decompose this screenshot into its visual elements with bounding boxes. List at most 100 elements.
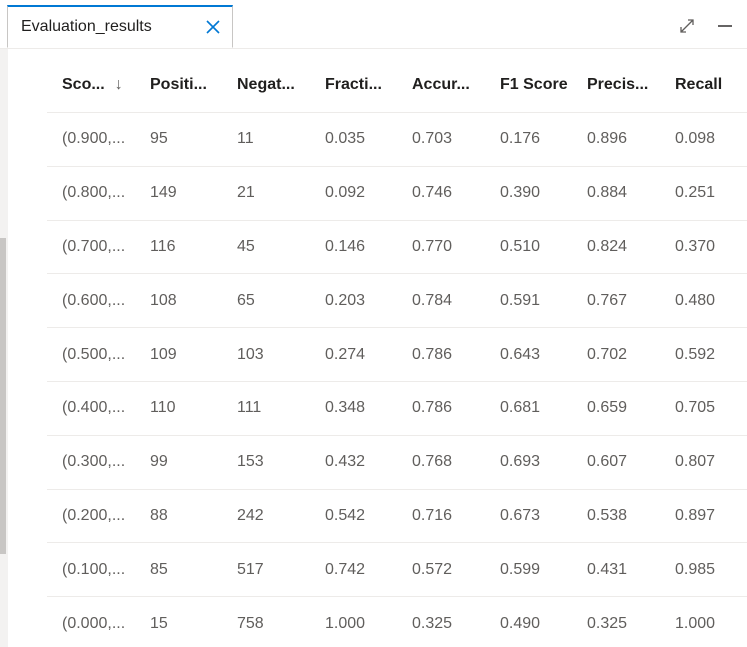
table-row[interactable]: (0.300,... 99 153 0.432 0.768 0.693 0.607 0.807 [47, 436, 747, 490]
table-cell: (0.500,... [62, 345, 126, 363]
table-row[interactable]: (0.200,... 88 242 0.542 0.716 0.673 0.538 0.897 [47, 490, 747, 544]
table-cell: 0.203 [325, 291, 366, 309]
table-row[interactable]: (0.500,... 109 103 0.274 0.786 0.643 0.702 0.59… [47, 328, 747, 382]
table-cell: 0.092 [325, 184, 366, 202]
table-cell: 0.786 [412, 345, 453, 363]
table-cell: 517 [237, 560, 264, 578]
tab-strip: Evaluation_results [0, 0, 747, 49]
table-cell: 0.370 [675, 237, 716, 255]
table-cell: 0.884 [587, 184, 628, 202]
table-cell: 0.035 [325, 130, 366, 148]
table-header-row: Sco... ↓ Positi... Negat... Fracti... Accur..… [47, 58, 747, 113]
column-header-label: Precis... [587, 76, 649, 93]
table-cell: 88 [150, 506, 168, 524]
table-cell: 0.538 [587, 506, 628, 524]
table-cell: 0.746 [412, 184, 453, 202]
table-cell: 0.251 [675, 184, 716, 202]
table-cell: 0.770 [412, 237, 453, 255]
column-header-label: F1 Score [500, 76, 568, 93]
table-cell: 1.000 [675, 614, 716, 632]
table-cell: (0.800,... [62, 184, 126, 202]
column-header[interactable]: F1 Score [485, 76, 572, 94]
table-cell: 1.000 [325, 614, 366, 632]
evaluation-results-panel: Evaluation_results Sco... ↓ Positi... Negat… [0, 0, 747, 647]
table-row[interactable]: (0.600,... 108 65 0.203 0.784 0.591 0.767 0.480 [47, 274, 747, 329]
table-cell: 110 [150, 399, 176, 417]
tab-title: Evaluation_results [21, 18, 152, 35]
table-row[interactable]: (0.900,... 95 11 0.035 0.703 0.176 0.896 0.098 [47, 113, 747, 167]
table-cell: 0.985 [675, 560, 716, 578]
expand-icon[interactable] [675, 14, 699, 38]
column-header-label: Recall [675, 76, 723, 93]
table-cell: 0.716 [412, 506, 453, 524]
table-cell: (0.900,... [62, 130, 126, 148]
table-cell: 0.767 [587, 291, 628, 309]
table-cell: 0.274 [325, 345, 366, 363]
table-cell: (0.400,... [62, 399, 126, 417]
column-header[interactable]: Fracti... [310, 76, 397, 94]
window-controls [675, 14, 737, 38]
column-header-label: Fracti... [325, 76, 382, 93]
column-header[interactable]: Negat... [222, 76, 310, 94]
table-cell: (0.300,... [62, 453, 126, 471]
table-cell: 45 [237, 237, 255, 255]
column-header[interactable]: Sco... ↓ [47, 76, 135, 94]
table-row[interactable]: (0.700,... 116 45 0.146 0.770 0.510 0.824 0.370 [47, 221, 747, 275]
column-header[interactable]: Accur... [397, 76, 485, 94]
table-body: (0.900,... 95 11 0.035 0.703 0.176 0.896 0.098(… [47, 113, 747, 647]
table-row[interactable]: (0.000,... 15 758 1.000 0.325 0.490 0.325 1.000 [47, 597, 747, 647]
table-cell: 0.807 [675, 453, 716, 471]
table-cell: 0.643 [500, 345, 541, 363]
table-cell: 0.681 [500, 399, 541, 417]
table-row[interactable]: (0.800,... 149 21 0.092 0.746 0.390 0.884 0.251 [47, 167, 747, 221]
table-cell: 95 [150, 130, 168, 148]
table-cell: 21 [237, 184, 255, 202]
table-cell: 0.480 [675, 291, 716, 309]
table-cell: 109 [150, 345, 177, 363]
table-cell: 0.542 [325, 506, 366, 524]
table-cell: 15 [150, 614, 168, 632]
table-cell: 0.572 [412, 560, 453, 578]
table-cell: 0.599 [500, 560, 541, 578]
column-header[interactable]: Precis... [572, 76, 660, 94]
column-header-label: Sco... [62, 76, 105, 93]
table-cell: 0.431 [587, 560, 628, 578]
table-row[interactable]: (0.100,... 85 517 0.742 0.572 0.599 0.431 0.985 [47, 543, 747, 598]
table-cell: 0.510 [500, 237, 541, 255]
table-cell: 149 [150, 184, 177, 202]
table-cell: 0.607 [587, 453, 628, 471]
table-cell: (0.200,... [62, 506, 126, 524]
table-cell: 0.325 [587, 614, 628, 632]
column-header-label: Accur... [412, 76, 470, 93]
table-cell: 0.176 [500, 130, 541, 148]
table-cell: (0.600,... [62, 291, 126, 309]
sort-descending-icon[interactable]: ↓ [115, 76, 123, 94]
table-cell: 153 [237, 453, 264, 471]
table-cell: 0.824 [587, 237, 628, 255]
table-cell: 0.786 [412, 399, 453, 417]
table-cell: 0.591 [500, 291, 541, 309]
table-cell: 0.348 [325, 399, 366, 417]
table-row[interactable]: (0.400,... 110 111 0.348 0.786 0.681 0.659 0.70… [47, 382, 747, 436]
column-header[interactable]: Positi... [135, 76, 222, 94]
left-scroll-edge[interactable] [0, 238, 6, 554]
table-cell: (0.700,... [62, 237, 126, 255]
table-cell: (0.000,... [62, 614, 126, 632]
table-cell: 0.693 [500, 453, 541, 471]
table-cell: 0.784 [412, 291, 453, 309]
table-cell: 0.325 [412, 614, 453, 632]
table-cell: 0.896 [587, 130, 628, 148]
close-icon[interactable] [196, 10, 230, 44]
table-cell: 0.702 [587, 345, 628, 363]
table-cell: 108 [150, 291, 177, 309]
table-cell: 0.146 [325, 237, 366, 255]
tab-evaluation-results[interactable]: Evaluation_results [7, 5, 233, 48]
table-cell: 0.897 [675, 506, 716, 524]
results-table: Sco... ↓ Positi... Negat... Fracti... Accur..… [47, 58, 747, 647]
table-cell: 0.703 [412, 130, 453, 148]
table-cell: 99 [150, 453, 168, 471]
table-cell: 111 [237, 399, 262, 417]
column-header[interactable]: Recall [660, 76, 747, 94]
table-cell: (0.100,... [62, 560, 126, 578]
minimize-icon[interactable] [713, 14, 737, 38]
